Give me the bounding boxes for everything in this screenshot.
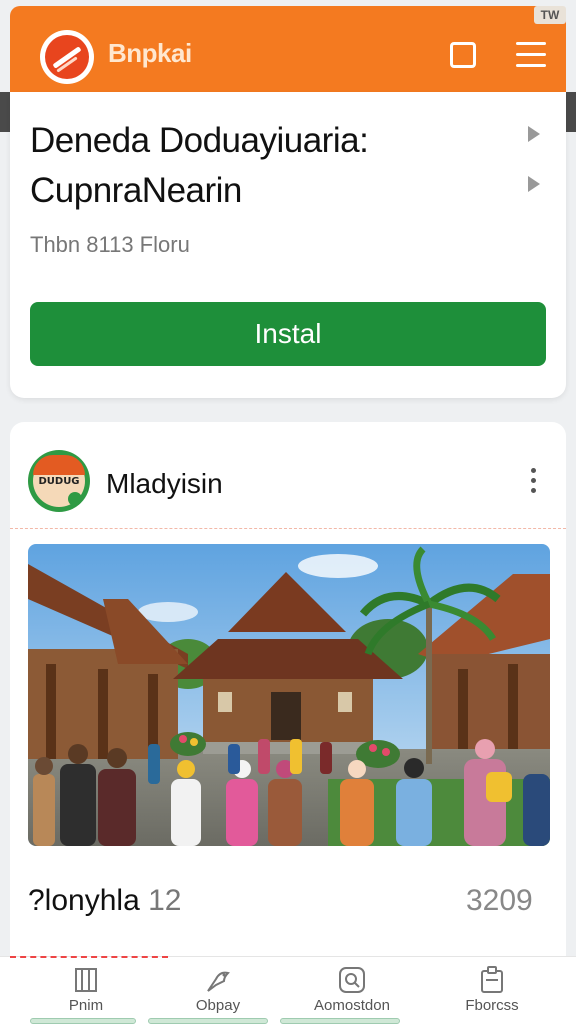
gesture-bar bbox=[30, 1018, 546, 1024]
bird-icon bbox=[207, 971, 230, 992]
install-button[interactable]: Instal bbox=[30, 302, 546, 366]
clipboard-icon bbox=[481, 966, 503, 993]
brand-name: Bnpkai bbox=[108, 38, 192, 68]
status-badge: TW bbox=[534, 6, 566, 24]
nav-item-fborcss[interactable]: Fborcss bbox=[420, 957, 564, 1024]
post-photo[interactable] bbox=[28, 544, 550, 846]
nav-item-home[interactable]: Pnim bbox=[14, 957, 158, 1024]
search-icon bbox=[339, 967, 365, 993]
nav-label-fborcss: Fborcss bbox=[465, 997, 519, 1014]
app-install-card: Deneda Doduayiuaria: CupnraNearin Thbn 8… bbox=[10, 92, 566, 398]
avatar[interactable]: DUDUG bbox=[28, 450, 90, 512]
nav-label-search: Aomostdon bbox=[314, 997, 390, 1014]
post-meta-number: 12 bbox=[148, 884, 182, 917]
home-icon bbox=[75, 968, 97, 992]
post-meta: ?lonyhla 12 bbox=[28, 884, 181, 918]
more-options-icon[interactable] bbox=[530, 466, 538, 496]
post-meta-label: ?lonyhla bbox=[28, 884, 140, 917]
nav-item-obpay[interactable]: Obpay bbox=[146, 957, 290, 1024]
top-app-bar: Bnpkai bbox=[10, 6, 566, 92]
app-subtitle: Thbn 8113 Floru bbox=[30, 232, 190, 257]
nav-item-search[interactable]: Aomostdon bbox=[280, 957, 424, 1024]
divider bbox=[10, 528, 566, 529]
app-title: Deneda Doduayiuaria: CupnraNearin bbox=[30, 116, 500, 216]
hamburger-menu-icon[interactable] bbox=[516, 42, 546, 68]
bottom-navigation: Pnim Obpay Aomostdon Fborcss bbox=[0, 956, 576, 1024]
chevron-right-icon[interactable] bbox=[528, 176, 540, 192]
post-count: 3209 bbox=[466, 884, 533, 917]
app-title-line-2: CupnraNearin bbox=[30, 171, 242, 210]
active-indicator bbox=[10, 956, 168, 958]
post-card: DUDUG Mladyisin ?lonyhla 12 3209 bbox=[10, 422, 566, 1024]
chevron-right-icon[interactable] bbox=[528, 126, 540, 142]
nav-label-home: Pnim bbox=[68, 997, 104, 1014]
square-icon[interactable] bbox=[450, 42, 476, 68]
brand-logo-icon[interactable] bbox=[40, 30, 94, 84]
post-author-name[interactable]: Mladyisin bbox=[106, 468, 223, 500]
app-title-line-1: Deneda Doduayiuaria: bbox=[30, 121, 369, 160]
nav-label-obpay: Obpay bbox=[195, 997, 241, 1014]
